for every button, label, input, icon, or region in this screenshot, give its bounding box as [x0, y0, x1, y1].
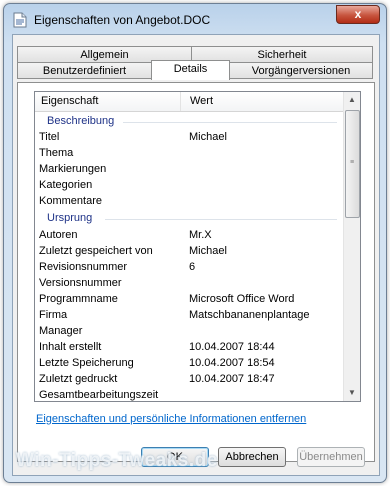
property-name: Thema	[39, 147, 74, 159]
property-name: Inhalt erstellt	[39, 341, 102, 353]
list-item[interactable]: Revisionsnummer 6	[39, 261, 339, 277]
scroll-up-icon[interactable]: ▲	[344, 92, 360, 108]
scrollbar-thumb[interactable]: ≡	[345, 110, 360, 218]
group-header-beschreibung: Beschreibung	[47, 115, 115, 127]
tab-details[interactable]: Details	[151, 60, 230, 80]
property-name: Programmname	[39, 293, 118, 305]
column-divider[interactable]	[180, 92, 181, 111]
tab-label: Benutzerdefiniert	[42, 65, 127, 77]
property-name: Titel	[39, 131, 60, 143]
close-icon: x	[354, 7, 362, 21]
list-item[interactable]: Titel Michael	[39, 131, 339, 147]
property-name: Kategorien	[39, 179, 93, 191]
column-header-wert[interactable]: Wert	[190, 95, 213, 107]
property-name: Letzte Speicherung	[39, 357, 134, 369]
button-label: Abbrechen	[225, 451, 279, 463]
vertical-scrollbar[interactable]: ▲ ≡ ▼	[343, 92, 360, 401]
property-name: Firma	[39, 309, 68, 321]
list-item[interactable]: Manager	[39, 325, 339, 341]
list-item[interactable]: Thema	[39, 147, 339, 163]
property-value: 10.04.2007 18:47	[189, 373, 275, 385]
property-name: Versionsnummer	[39, 277, 122, 289]
properties-window: Eigenschaften von Angebot.DOC x Allgemei…	[3, 3, 387, 483]
list-item[interactable]: Gesamtbearbeitungszeit	[39, 389, 339, 401]
button-label: Übernehmen	[299, 451, 363, 463]
apply-button[interactable]: Übernehmen	[297, 447, 365, 467]
document-icon	[13, 12, 27, 28]
property-name: Zuletzt gespeichert von	[39, 245, 153, 257]
property-list[interactable]: Eigenschaft Wert Beschreibung Titel Micha…	[34, 91, 361, 402]
group-header-ursprung: Ursprung	[47, 212, 93, 224]
property-value: Matschbananenplantage	[189, 309, 310, 321]
property-name: Kommentare	[39, 195, 102, 207]
tab-label: Details	[173, 63, 208, 75]
list-item[interactable]: Autoren Mr.X	[39, 229, 339, 245]
property-value: Microsoft Office Word	[189, 293, 295, 305]
property-value: Michael	[189, 245, 227, 257]
list-item[interactable]: Firma Matschbananenplantage	[39, 309, 339, 325]
property-value: Michael	[189, 131, 227, 143]
property-name: Manager	[39, 325, 83, 337]
close-button[interactable]: x	[336, 5, 380, 24]
grip-icon: ≡	[350, 159, 355, 166]
property-value: 10.04.2007 18:54	[189, 357, 275, 369]
list-item[interactable]: Versionsnummer	[39, 277, 339, 293]
list-item[interactable]: Zuletzt gespeichert von Michael	[39, 245, 339, 261]
list-item[interactable]: Zuletzt gedruckt 10.04.2007 18:47	[39, 373, 339, 389]
title-bar[interactable]: Eigenschaften von Angebot.DOC x	[4, 4, 386, 34]
property-name: Markierungen	[39, 163, 107, 175]
property-name: Revisionsnummer	[39, 261, 128, 273]
cancel-button[interactable]: Abbrechen	[218, 447, 286, 467]
column-header-eigenschaft[interactable]: Eigenschaft	[41, 95, 98, 107]
remove-properties-link[interactable]: Eigenschaften und persönliche Informatio…	[36, 413, 306, 425]
tab-label: Sicherheit	[257, 49, 307, 61]
property-value: Mr.X	[189, 229, 212, 241]
property-value: 10.04.2007 18:44	[189, 341, 275, 353]
property-name: Autoren	[39, 229, 78, 241]
window-title: Eigenschaften von Angebot.DOC	[34, 13, 211, 27]
property-value: 6	[189, 261, 196, 273]
list-item[interactable]: Kategorien	[39, 179, 339, 195]
dialog-client: Allgemein Sicherheit Benutzerdefiniert D…	[12, 34, 380, 476]
list-item[interactable]: Kommentare	[39, 195, 339, 211]
tab-label: Allgemein	[80, 49, 129, 61]
list-item[interactable]: Markierungen	[39, 163, 339, 179]
tab-vorgaengerversionen[interactable]: Vorgängerversionen	[229, 62, 373, 79]
list-item[interactable]: Inhalt erstellt 10.04.2007 18:44	[39, 341, 339, 357]
list-item[interactable]: Letzte Speicherung 10.04.2007 18:54	[39, 357, 339, 373]
list-header: Eigenschaft Wert	[35, 92, 343, 112]
scroll-down-icon[interactable]: ▼	[344, 385, 360, 401]
property-name: Zuletzt gedruckt	[39, 373, 118, 385]
tab-label: Vorgängerversionen	[251, 65, 351, 77]
tab-benutzerdefiniert[interactable]: Benutzerdefiniert	[17, 62, 152, 79]
list-item[interactable]: Programmname Microsoft Office Word	[39, 293, 339, 309]
group-divider	[123, 122, 337, 123]
watermark: Win-Tipps-Tweaks.de	[16, 450, 218, 471]
property-name: Gesamtbearbeitungszeit	[39, 389, 159, 401]
group-divider	[105, 219, 337, 220]
